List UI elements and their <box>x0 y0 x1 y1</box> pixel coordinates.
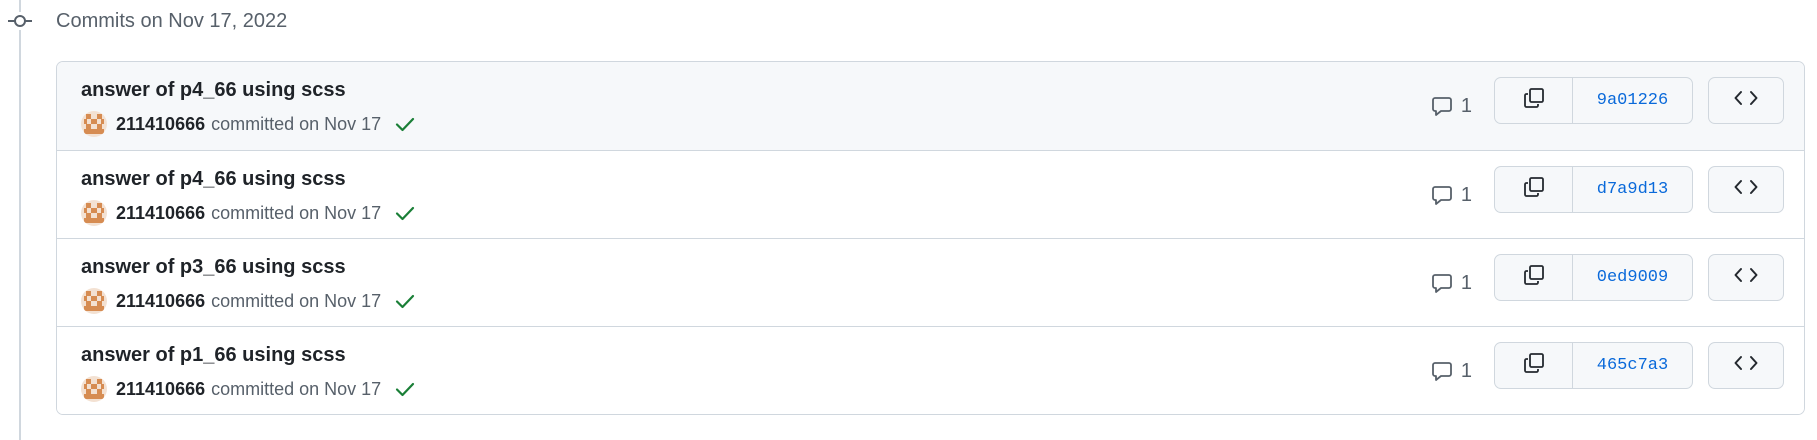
commit-comments-link[interactable]: 1 <box>1431 90 1472 122</box>
commit-title-link[interactable]: answer of p3_66 using scss <box>81 255 346 279</box>
commit-date-text: committed on Nov 17 <box>211 202 382 223</box>
comment-icon <box>1431 184 1453 206</box>
commit-author-link[interactable]: 211410666 <box>116 114 205 135</box>
commit-meta: 211410666 committed on Nov 17 <box>81 199 415 227</box>
copy-icon <box>1523 352 1545 379</box>
commit-author-link[interactable]: 211410666 <box>116 291 205 312</box>
commit-comments-link[interactable]: 1 <box>1431 179 1472 211</box>
commit-title-link[interactable]: answer of p1_66 using scss <box>81 343 346 367</box>
identicon-avatar[interactable] <box>81 111 107 137</box>
commit-sha-link[interactable]: 9a01226 <box>1573 78 1692 123</box>
commit-sha-link[interactable]: d7a9d13 <box>1573 167 1692 212</box>
copy-sha-button[interactable] <box>1495 343 1573 388</box>
commit-sha-link[interactable]: 0ed9009 <box>1573 255 1692 300</box>
browse-repo-button[interactable] <box>1708 254 1784 301</box>
commit-sha-link[interactable]: 465c7a3 <box>1573 343 1692 388</box>
commit-meta: 211410666 committed on Nov 17 <box>81 287 415 315</box>
commit-title-link[interactable]: answer of p4_66 using scss <box>81 167 346 191</box>
check-icon[interactable] <box>395 205 415 221</box>
code-icon <box>1734 90 1758 111</box>
check-icon[interactable] <box>395 293 415 309</box>
commit-title-link[interactable]: answer of p4_66 using scss <box>81 78 346 102</box>
copy-sha-button[interactable] <box>1495 167 1573 212</box>
commit-row: answer of p3_66 using scss 211410666 com… <box>57 239 1804 327</box>
sha-button-group: d7a9d13 <box>1494 166 1693 213</box>
code-icon <box>1734 267 1758 288</box>
commit-row: answer of p1_66 using scss 211410666 com… <box>57 327 1804 414</box>
comment-count: 1 <box>1460 94 1472 117</box>
comment-icon <box>1431 360 1453 382</box>
commit-date-text: committed on Nov 17 <box>211 113 382 134</box>
comment-icon <box>1431 272 1453 294</box>
commit-author-link[interactable]: 211410666 <box>116 379 205 400</box>
browse-repo-button[interactable] <box>1708 166 1784 213</box>
commit-comments-link[interactable]: 1 <box>1431 355 1472 387</box>
git-commit-icon <box>8 12 32 30</box>
sha-button-group: 9a01226 <box>1494 77 1693 124</box>
commit-meta: 211410666 committed on Nov 17 <box>81 375 415 403</box>
browse-repo-button[interactable] <box>1708 77 1784 124</box>
commit-list: answer of p4_66 using scss 211410666 com… <box>56 61 1805 415</box>
commit-group-header: Commits on Nov 17, 2022 <box>56 10 288 32</box>
identicon-avatar[interactable] <box>81 376 107 402</box>
code-icon <box>1734 179 1758 200</box>
check-icon[interactable] <box>395 116 415 132</box>
comment-count: 1 <box>1460 183 1472 206</box>
timeline-line <box>19 0 21 440</box>
copy-icon <box>1523 264 1545 291</box>
commit-comments-link[interactable]: 1 <box>1431 267 1472 299</box>
commit-date-text: committed on Nov 17 <box>211 378 382 399</box>
commit-date-text: committed on Nov 17 <box>211 290 382 311</box>
identicon-avatar[interactable] <box>81 200 107 226</box>
comment-count: 1 <box>1460 359 1472 382</box>
sha-button-group: 465c7a3 <box>1494 342 1693 389</box>
browse-repo-button[interactable] <box>1708 342 1784 389</box>
comment-icon <box>1431 95 1453 117</box>
code-icon <box>1734 355 1758 376</box>
copy-sha-button[interactable] <box>1495 255 1573 300</box>
check-icon[interactable] <box>395 381 415 397</box>
commit-meta: 211410666 committed on Nov 17 <box>81 110 415 138</box>
commit-row: answer of p4_66 using scss 211410666 com… <box>57 62 1804 151</box>
commit-author-link[interactable]: 211410666 <box>116 203 205 224</box>
commit-row: answer of p4_66 using scss 211410666 com… <box>57 151 1804 239</box>
identicon-avatar[interactable] <box>81 288 107 314</box>
copy-icon <box>1523 176 1545 203</box>
copy-icon <box>1523 87 1545 114</box>
sha-button-group: 0ed9009 <box>1494 254 1693 301</box>
comment-count: 1 <box>1460 271 1472 294</box>
copy-sha-button[interactable] <box>1495 78 1573 123</box>
